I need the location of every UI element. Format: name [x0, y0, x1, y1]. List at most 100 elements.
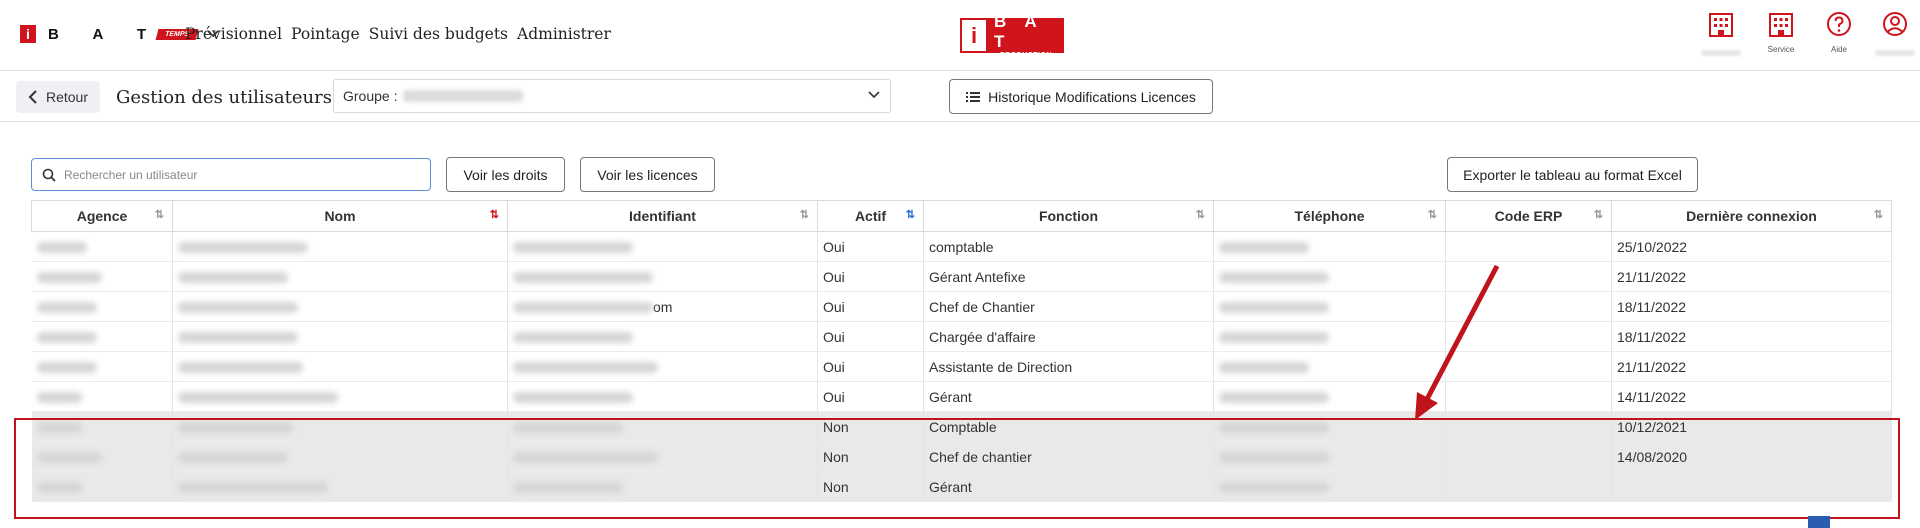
col-derniere-connexion[interactable]: Dernière connexion ⇅	[1611, 200, 1892, 232]
cell-fonction: Chargée d'affaire	[923, 321, 1214, 352]
table-row-inactive[interactable]: Non Chef de chantier 14/08/2020	[31, 441, 1892, 472]
nav-administrer[interactable]: Administrer	[517, 25, 611, 43]
col-code-erp[interactable]: Code ERP ⇅	[1445, 200, 1612, 232]
cell-code-erp	[1445, 261, 1612, 292]
cell-telephone	[1213, 381, 1446, 412]
group-select[interactable]: Groupe :	[333, 79, 891, 113]
col-actif[interactable]: Actif ⇅	[817, 200, 924, 232]
col-actif-label: Actif	[854, 208, 887, 224]
cell-telephone	[1213, 471, 1446, 502]
col-code-erp-label: Code ERP	[1494, 208, 1563, 224]
table-row[interactable]: Oui Gérant 14/11/2022	[31, 381, 1892, 412]
sort-icon[interactable]: ⇅	[155, 208, 164, 221]
cell-code-erp	[1445, 351, 1612, 382]
col-telephone-label: Téléphone	[1294, 208, 1365, 224]
cell-nom	[172, 261, 508, 292]
cell-nom	[172, 381, 508, 412]
cell-agence	[31, 411, 173, 442]
search-input[interactable]	[62, 166, 406, 183]
cell-telephone	[1213, 291, 1446, 322]
nav-previsionnel[interactable]: Prévisionnel	[185, 25, 282, 43]
scroll-to-top-button[interactable]	[1808, 516, 1830, 528]
history-licences-button[interactable]: Historique Modifications Licences	[949, 79, 1213, 114]
back-button[interactable]: Retour	[16, 81, 100, 113]
nav-suivi-budgets[interactable]: Suivi des budgets	[369, 25, 508, 43]
cell-identifiant: om	[507, 291, 818, 322]
cell-agence	[31, 381, 173, 412]
cell-agence	[31, 321, 173, 352]
help-icon[interactable]: Aide	[1814, 10, 1864, 54]
sort-icon[interactable]: ⇅	[1594, 208, 1603, 221]
production-logo: i B A T PRODUCTION	[960, 12, 1064, 59]
cell-actif: Oui	[817, 261, 924, 292]
main-nav: Prévisionnel Pointage Suivi des budgets …	[185, 25, 611, 43]
cell-telephone	[1213, 321, 1446, 352]
service-label: Service	[1767, 45, 1795, 54]
table-row[interactable]: Oui Assistante de Direction 21/11/2022	[31, 351, 1892, 382]
cell-nom	[172, 321, 508, 352]
cell-derniere-connexion: 25/10/2022	[1611, 231, 1892, 262]
logo-i-mark: i	[20, 25, 36, 43]
col-agence-label: Agence	[76, 208, 128, 224]
cell-code-erp	[1445, 381, 1612, 412]
sort-icon[interactable]: ⇅	[1428, 208, 1437, 221]
col-fonction[interactable]: Fonction ⇅	[923, 200, 1214, 232]
cell-fonction: Gérant	[923, 381, 1214, 412]
cell-code-erp	[1445, 441, 1612, 472]
cell-nom	[172, 351, 508, 382]
nav-pointage[interactable]: Pointage	[291, 25, 360, 43]
sort-icon[interactable]: ⇅	[800, 208, 809, 221]
cell-actif: Oui	[817, 321, 924, 352]
cell-agence	[31, 261, 173, 292]
table-row[interactable]: Oui Chargée d'affaire 18/11/2022	[31, 321, 1892, 352]
user-icon[interactable]	[1870, 10, 1920, 61]
cell-code-erp	[1445, 231, 1612, 262]
col-nom[interactable]: Nom ⇅	[172, 200, 508, 232]
cell-actif: Oui	[817, 231, 924, 262]
cell-code-erp	[1445, 471, 1612, 502]
col-identifiant-label: Identifiant	[629, 208, 696, 224]
cell-actif: Oui	[817, 351, 924, 382]
cell-telephone	[1213, 411, 1446, 442]
building-icon[interactable]	[1696, 10, 1746, 61]
cell-identifiant	[507, 381, 818, 412]
col-telephone[interactable]: Téléphone ⇅	[1213, 200, 1446, 232]
cell-fonction: Gérant	[923, 471, 1214, 502]
help-label: Aide	[1830, 45, 1847, 54]
chevron-down-icon	[868, 88, 880, 102]
cell-agence	[31, 351, 173, 382]
search-box[interactable]	[31, 158, 431, 191]
users-table: Agence ⇅ Nom ⇅ Identifiant ⇅ Actif ⇅ Fonctio…	[31, 200, 1892, 502]
cell-derniere-connexion: 14/08/2020	[1611, 441, 1892, 472]
cell-nom	[172, 441, 508, 472]
cell-telephone	[1213, 231, 1446, 262]
sort-icon[interactable]: ⇅	[1196, 208, 1205, 221]
export-excel-button[interactable]: Exporter le tableau au format Excel	[1447, 157, 1698, 192]
cell-fonction: Comptable	[923, 411, 1214, 442]
cell-derniere-connexion: 18/11/2022	[1611, 321, 1892, 352]
table-row[interactable]: Oui comptable 25/10/2022	[31, 231, 1892, 262]
sort-asc-icon[interactable]: ⇅	[906, 208, 915, 221]
cell-agence	[31, 291, 173, 322]
col-identifiant[interactable]: Identifiant ⇅	[507, 200, 818, 232]
view-rights-button[interactable]: Voir les droits	[446, 157, 565, 192]
table-row-inactive[interactable]: Non Gérant	[31, 471, 1892, 502]
group-label: Groupe :	[343, 88, 398, 104]
cell-derniere-connexion: 18/11/2022	[1611, 291, 1892, 322]
cell-derniere-connexion	[1611, 471, 1892, 502]
cell-actif: Non	[817, 471, 924, 502]
cell-actif: Non	[817, 441, 924, 472]
table-row[interactable]: om Oui Chef de Chantier 18/11/2022	[31, 291, 1892, 322]
cell-derniere-connexion: 10/12/2021	[1611, 411, 1892, 442]
sort-desc-icon[interactable]: ⇅	[490, 208, 499, 221]
service-building-icon[interactable]: Service	[1756, 10, 1806, 54]
cell-code-erp	[1445, 411, 1612, 442]
col-agence[interactable]: Agence ⇅	[31, 200, 173, 232]
production-logo-sub: PRODUCTION	[999, 52, 1053, 59]
sort-icon[interactable]: ⇅	[1874, 208, 1883, 221]
cell-telephone	[1213, 441, 1446, 472]
col-fonction-label: Fonction	[1038, 208, 1099, 224]
table-row[interactable]: Oui Gérant Antefixe 21/11/2022	[31, 261, 1892, 292]
view-licences-button[interactable]: Voir les licences	[580, 157, 715, 192]
table-row-inactive[interactable]: Non Comptable 10/12/2021	[31, 411, 1892, 442]
